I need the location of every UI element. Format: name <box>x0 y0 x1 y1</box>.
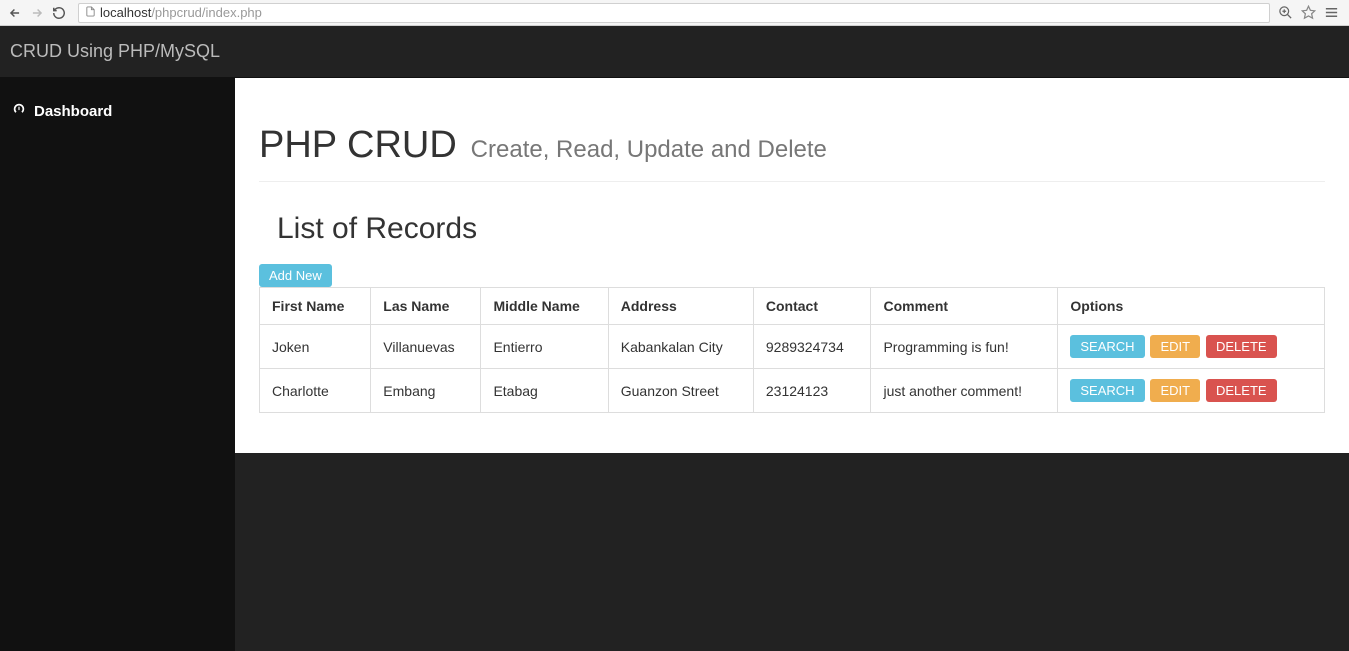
cell-middle: Etabag <box>481 369 608 413</box>
table-row: Charlotte Embang Etabag Guanzon Street 2… <box>260 369 1325 413</box>
back-button[interactable] <box>4 2 26 24</box>
cell-first: Joken <box>260 325 371 369</box>
browser-toolbar: localhost/phpcrud/index.php <box>0 0 1349 26</box>
list-header: List of Records <box>259 212 1325 246</box>
cell-comment: just another comment! <box>871 369 1058 413</box>
reload-button[interactable] <box>48 2 70 24</box>
col-options: Options <box>1058 288 1325 325</box>
add-new-button[interactable]: Add New <box>259 264 332 287</box>
cell-middle: Entierro <box>481 325 608 369</box>
cell-first: Charlotte <box>260 369 371 413</box>
main-content: PHP CRUD Create, Read, Update and Delete… <box>235 78 1349 453</box>
edit-button[interactable]: EDIT <box>1150 379 1200 402</box>
search-button[interactable]: SEARCH <box>1070 379 1144 402</box>
sidebar-item-label: Dashboard <box>34 103 112 120</box>
search-button[interactable]: SEARCH <box>1070 335 1144 358</box>
records-table: First Name Las Name Middle Name Address … <box>259 287 1325 413</box>
forward-button[interactable] <box>26 2 48 24</box>
col-comment: Comment <box>871 288 1058 325</box>
zoom-icon[interactable] <box>1278 5 1293 20</box>
page-header: PHP CRUD Create, Read, Update and Delete <box>259 98 1325 182</box>
delete-button[interactable]: DELETE <box>1206 379 1277 402</box>
col-first-name: First Name <box>260 288 371 325</box>
page-title: PHP CRUD <box>259 124 457 166</box>
cell-address: Guanzon Street <box>608 369 753 413</box>
cell-last: Embang <box>371 369 481 413</box>
cell-options: SEARCH EDIT DELETE <box>1058 369 1325 413</box>
bookmark-star-icon[interactable] <box>1301 5 1316 20</box>
edit-button[interactable]: EDIT <box>1150 335 1200 358</box>
col-contact: Contact <box>753 288 871 325</box>
brand-title: CRUD Using PHP/MySQL <box>10 41 220 62</box>
col-middle-name: Middle Name <box>481 288 608 325</box>
cell-options: SEARCH EDIT DELETE <box>1058 325 1325 369</box>
dashboard-icon <box>12 102 26 120</box>
table-header-row: First Name Las Name Middle Name Address … <box>260 288 1325 325</box>
file-icon <box>85 5 96 21</box>
url-text: localhost/phpcrud/index.php <box>100 5 262 20</box>
delete-button[interactable]: DELETE <box>1206 335 1277 358</box>
cell-comment: Programming is fun! <box>871 325 1058 369</box>
col-address: Address <box>608 288 753 325</box>
cell-contact: 23124123 <box>753 369 871 413</box>
address-bar[interactable]: localhost/phpcrud/index.php <box>78 3 1270 23</box>
sidebar-item-dashboard[interactable]: Dashboard <box>0 94 235 128</box>
table-row: Joken Villanuevas Entierro Kabankalan Ci… <box>260 325 1325 369</box>
cell-address: Kabankalan City <box>608 325 753 369</box>
menu-icon[interactable] <box>1324 5 1339 20</box>
sidebar: Dashboard <box>0 78 235 651</box>
cell-contact: 9289324734 <box>753 325 871 369</box>
col-last-name: Las Name <box>371 288 481 325</box>
top-navbar: CRUD Using PHP/MySQL <box>0 26 1349 78</box>
cell-last: Villanuevas <box>371 325 481 369</box>
page-subtitle: Create, Read, Update and Delete <box>471 136 827 163</box>
